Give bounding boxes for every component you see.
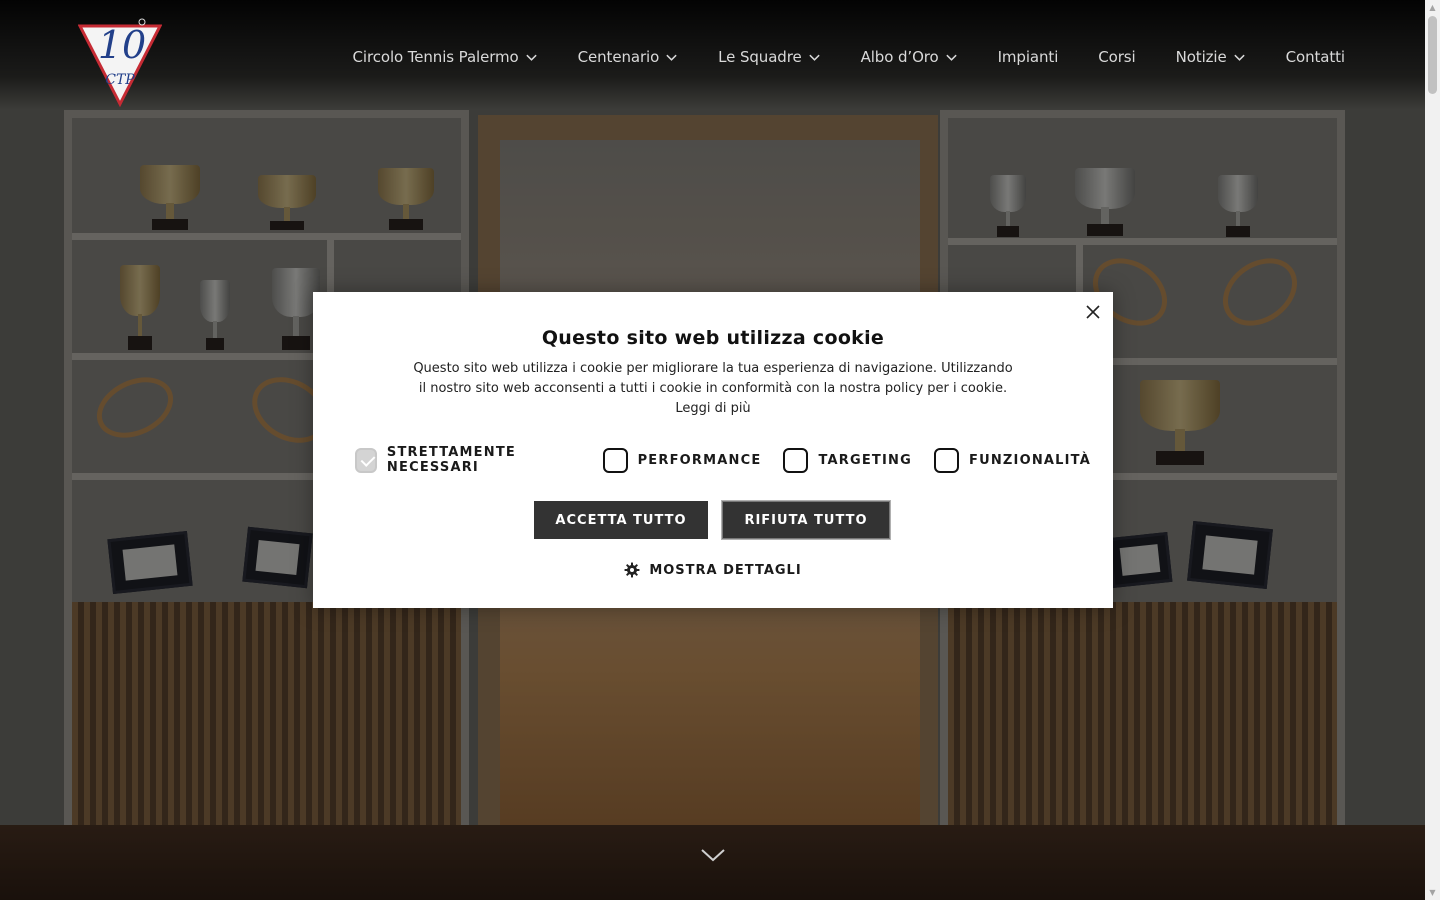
nav-item-label: Circolo Tennis Palermo [352,48,519,66]
show-details-button[interactable]: MOSTRA DETTAGLI [313,562,1113,578]
checkbox-strictly-necessary-box [355,447,377,473]
chevron-down-icon [525,54,537,61]
checkbox-label: PERFORMANCE [637,452,762,468]
checkbox-label: STRETTAMENTE NECESSARI [386,445,516,475]
checkbox-functionality-box[interactable] [933,447,959,473]
svg-text:CTP: CTP [105,72,135,88]
scroll-up-arrow-icon[interactable]: ▲ [1425,0,1440,15]
cookie-action-buttons: ACCETTA TUTTO RIFIUTA TUTTO [534,501,890,539]
cookie-dialog-title: Questo sito web utilizza cookie [541,327,885,349]
scrollbar-thumb[interactable] [1428,16,1437,94]
cookie-description-text: Questo sito web utilizza i cookie per mi… [413,361,1013,396]
nav-item-centenario[interactable]: Centenario [578,48,679,66]
chevron-down-icon [808,54,820,61]
checkbox-targeting-box[interactable] [783,447,809,473]
cookie-consent-dialog: Questo sito web utilizza cookie Questo s… [313,292,1113,608]
accept-all-button[interactable]: ACCETTA TUTTO [534,501,708,539]
nav-item-notizie[interactable]: Notizie [1176,48,1246,66]
show-details-label: MOSTRA DETTAGLI [649,562,802,578]
nav-item-label: Corsi [1098,48,1136,66]
cookie-dialog-description: Questo sito web utilizza i cookie per mi… [413,359,1013,419]
gear-icon [624,562,640,578]
site-logo[interactable]: 10 CTP [77,12,163,108]
read-more-link[interactable]: Leggi di più [675,401,750,416]
site-header: 10 CTP Circolo Tennis Palermo Centenario… [0,0,1425,110]
cookie-category-list: STRETTAMENTE NECESSARI PERFORMANCE TARGE… [355,445,1113,475]
nav-item-impianti[interactable]: Impianti [998,48,1059,66]
main-nav: Circolo Tennis Palermo Centenario Le Squ… [353,48,1346,66]
logo-icon: 10 CTP [77,18,163,108]
checkbox-strictly-necessary: STRETTAMENTE NECESSARI [355,445,581,475]
checkbox-performance[interactable]: PERFORMANCE [602,447,762,473]
scroll-down-arrow-icon[interactable]: ▼ [1425,885,1440,900]
nav-item-label: Le Squadre [718,48,802,66]
nav-item-corsi[interactable]: Corsi [1098,48,1135,66]
nav-item-contatti[interactable]: Contatti [1286,48,1345,66]
nav-item-label: Albo d’Oro [860,48,939,66]
page-scrollbar[interactable]: ▲ ▼ [1425,0,1440,900]
nav-item-albo-doro[interactable]: Albo d’Oro [861,48,958,66]
nav-item-label: Contatti [1285,48,1345,66]
checkbox-targeting[interactable]: TARGETING [783,447,912,473]
nav-item-label: Centenario [577,48,660,66]
nav-item-circolo-tennis-palermo[interactable]: Circolo Tennis Palermo [353,48,538,66]
svg-text:10: 10 [98,23,146,67]
nav-item-le-squadre[interactable]: Le Squadre [718,48,820,66]
nav-item-label: Impianti [997,48,1059,66]
close-icon[interactable] [1085,304,1101,320]
chevron-down-icon [945,54,957,61]
reject-all-button[interactable]: RIFIUTA TUTTO [722,501,890,539]
nav-item-label: Notizie [1175,48,1227,66]
checkbox-functionality[interactable]: FUNZIONALITÀ [933,447,1091,473]
checkbox-performance-box[interactable] [602,447,628,473]
chevron-down-icon [666,54,677,61]
scroll-down-chevron-icon[interactable] [699,845,727,865]
checkbox-label: TARGETING [818,452,912,468]
chevron-down-icon [1233,54,1245,61]
checkbox-label: FUNZIONALITÀ [968,452,1091,468]
